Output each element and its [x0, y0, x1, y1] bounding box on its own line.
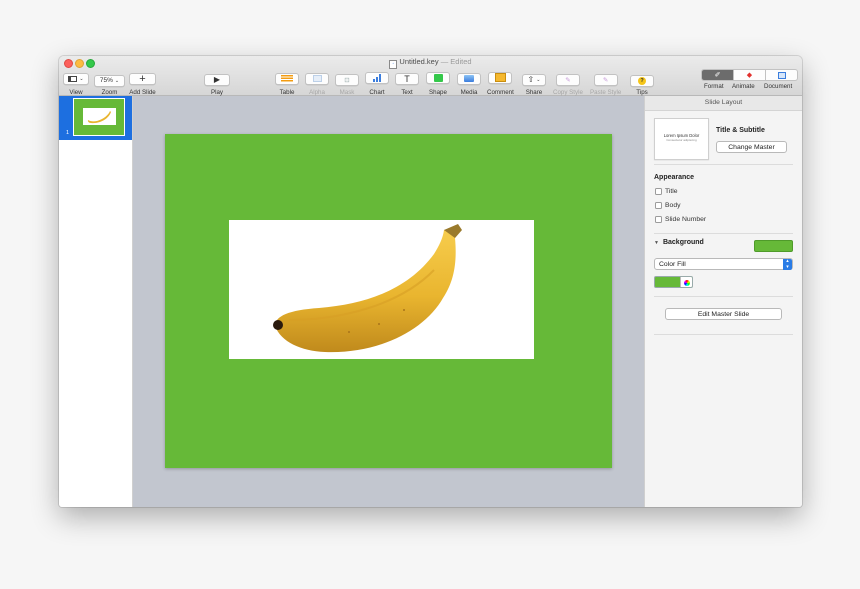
media-icon — [464, 75, 474, 82]
shape-button[interactable]: Shape — [426, 69, 450, 96]
divider — [654, 296, 793, 297]
chart-icon — [373, 74, 381, 82]
change-master-button[interactable]: Change Master — [716, 141, 787, 153]
master-name: Title & Subtitle — [716, 127, 765, 134]
fill-type-select[interactable]: Color Fill ▴ ▾ — [654, 258, 793, 270]
shape-icon — [433, 74, 443, 82]
background-section-toggle[interactable]: ▼ Background — [654, 239, 704, 246]
media-button[interactable]: Media — [457, 69, 481, 96]
text-button[interactable]: T Text — [395, 69, 419, 96]
copy-style-button[interactable]: ✎ Copy Style — [553, 69, 583, 96]
view-icon — [68, 76, 78, 82]
checkbox-icon — [655, 216, 662, 223]
paste-style-button[interactable]: ✎ Paste Style — [590, 69, 621, 96]
document-tab[interactable] — [765, 70, 797, 80]
inspector-tabs: ✐ ◆ — [701, 69, 798, 81]
divider — [654, 334, 793, 335]
master-thumbnail[interactable]: Lorem Ipsum Dolor Consectetur adipiscing — [654, 118, 709, 160]
play-button[interactable]: ▶ Play — [204, 69, 230, 96]
title-checkbox[interactable]: Title — [655, 188, 678, 195]
alpha-icon — [312, 75, 322, 82]
color-wheel-icon[interactable] — [680, 277, 692, 287]
comment-button[interactable]: Comment — [487, 69, 514, 96]
color-well[interactable] — [654, 276, 693, 288]
plus-icon: + — [129, 73, 156, 85]
divider — [654, 233, 793, 234]
slide-number-checkbox[interactable]: Slide Number — [655, 216, 706, 223]
format-inspector: Slide Layout Lorem Ipsum Dolor Consectet… — [644, 96, 802, 507]
disclosure-triangle-icon: ▼ — [654, 239, 659, 246]
banana-picture — [273, 224, 462, 353]
zoom-button[interactable]: 75% ⌄ Zoom — [94, 69, 125, 96]
paint-icon: ✎ — [602, 77, 609, 84]
edit-master-slide-button[interactable]: Edit Master Slide — [665, 308, 782, 320]
body-checkbox[interactable]: Body — [655, 202, 681, 209]
chart-button[interactable]: Chart — [365, 69, 389, 96]
slide-navigator: 1 — [59, 96, 133, 507]
alpha-button[interactable]: Alpha — [305, 69, 329, 96]
chevron-down-icon: ⌄ — [536, 76, 541, 83]
document-icon — [777, 71, 786, 79]
animate-tab[interactable]: ◆ — [733, 70, 765, 80]
eyedropper-icon: ✎ — [565, 77, 571, 84]
table-button[interactable]: Table — [275, 69, 299, 96]
checkbox-icon — [655, 188, 662, 195]
banana-image[interactable] — [229, 220, 534, 359]
divider — [654, 164, 793, 165]
play-icon: ▶ — [204, 73, 230, 86]
mask-button[interactable]: ⊡ Mask — [335, 69, 359, 96]
chevron-down-icon: ⌄ — [114, 77, 120, 84]
slide-thumbnail-image — [83, 108, 116, 125]
keynote-window: ◦ Untitled.key — Edited ⌄ View 75% ⌄ Zoom … — [59, 56, 802, 507]
keynote-document-icon: ◦ — [389, 60, 398, 69]
slide[interactable] — [165, 134, 612, 468]
format-tab[interactable]: ✐ — [702, 70, 733, 80]
table-icon — [281, 75, 293, 82]
background-color-swatch[interactable] — [754, 240, 793, 252]
slide-thumbnail-selected[interactable]: 1 — [59, 96, 132, 140]
tips-button[interactable]: ? Tips — [630, 69, 654, 96]
share-icon: ⇧ — [527, 75, 535, 84]
tips-icon: ? — [638, 77, 646, 85]
mask-icon: ⊡ — [344, 77, 350, 84]
paintbrush-icon: ✐ — [714, 72, 721, 79]
animate-icon: ◆ — [746, 72, 753, 79]
slide-thumbnail — [73, 98, 125, 136]
slide-canvas — [133, 96, 644, 507]
chevron-down-icon: ⌄ — [79, 76, 84, 82]
toolbar: ◦ Untitled.key — Edited ⌄ View 75% ⌄ Zoom … — [59, 56, 802, 96]
inspector-header: Slide Layout — [645, 96, 802, 111]
select-stepper-icon: ▴ ▾ — [783, 258, 792, 270]
window-title: ◦ Untitled.key — Edited — [59, 57, 802, 69]
appearance-title: Appearance — [654, 174, 695, 181]
add-slide-button[interactable]: + Add Slide — [129, 69, 156, 96]
share-button[interactable]: ⇧ ⌄ Share — [522, 69, 546, 96]
checkbox-icon — [655, 202, 662, 209]
text-icon: T — [395, 73, 419, 85]
view-button[interactable]: ⌄ View — [63, 69, 89, 96]
banana-thumbnail-icon — [87, 111, 111, 124]
comment-icon — [494, 73, 506, 82]
